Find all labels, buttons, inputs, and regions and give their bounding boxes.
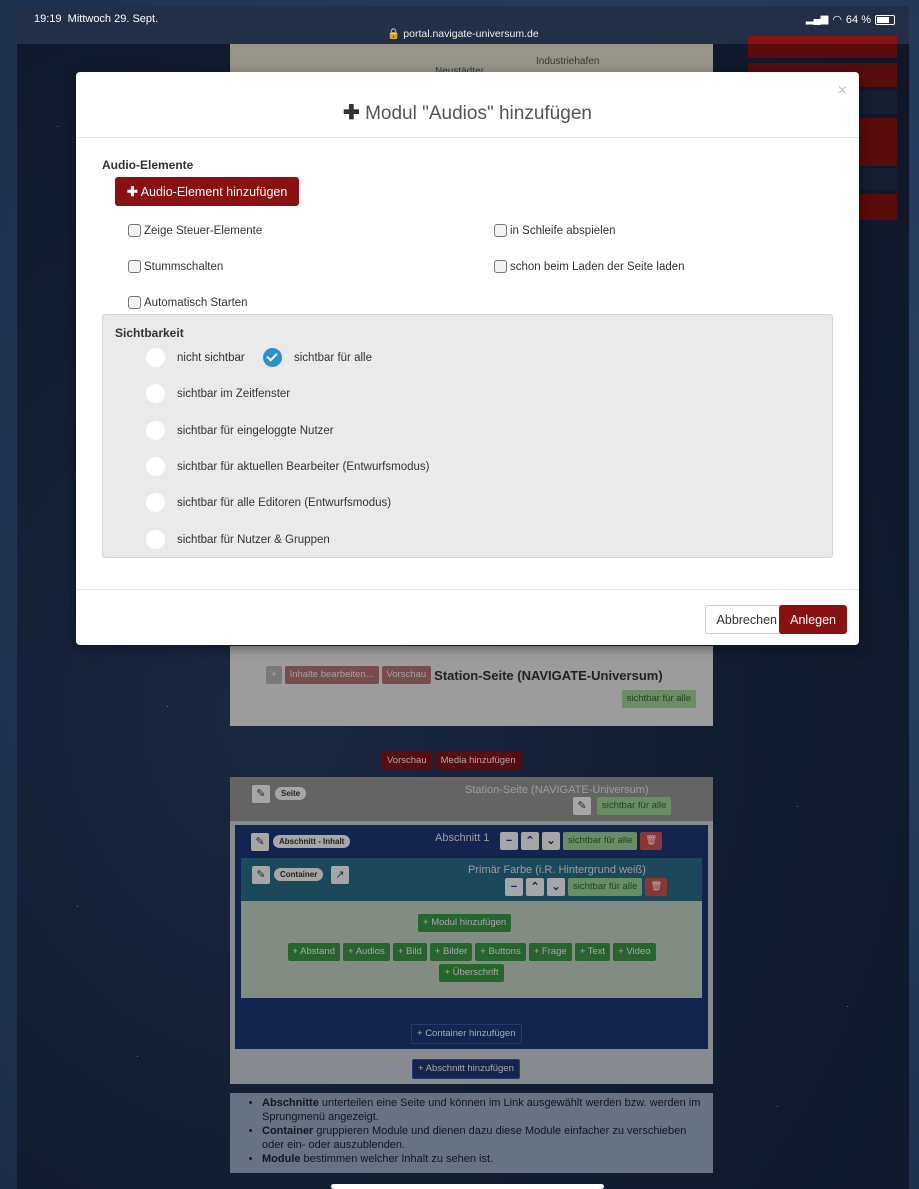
radio-label: sichtbar für alle [294, 351, 372, 364]
radio-button[interactable] [146, 457, 165, 476]
radio-users-groups[interactable]: sichtbar für Nutzer & Gruppen [146, 530, 330, 549]
device-frame: 19:19 Mittwoch 29. Sept. 🔒 portal.naviga… [0, 0, 919, 1189]
mute-option[interactable]: Stummschalten [128, 260, 223, 273]
radio-label: sichtbar für eingeloggte Nutzer [177, 424, 334, 437]
loop-label: in Schleife abspielen [510, 224, 616, 237]
radio-label: sichtbar für alle Editoren (Entwurfsmodu… [177, 496, 392, 509]
visibility-panel: Sichtbarkeit nicht sichtbar sichtbar für… [102, 314, 833, 558]
radio-time-window[interactable]: sichtbar im Zeitfenster [146, 384, 290, 403]
modal-footer: Abbrechen Anlegen [76, 589, 859, 645]
radio-button[interactable] [146, 348, 165, 367]
clock: 19:19 [34, 13, 62, 25]
close-icon[interactable]: × [838, 82, 847, 100]
wifi-icon: ◠ [832, 14, 842, 26]
home-indicator[interactable] [331, 1184, 604, 1189]
audio-elements-label: Audio-Elemente [102, 158, 194, 172]
loop-option[interactable]: in Schleife abspielen [494, 224, 616, 237]
status-icons: ▂▄▆ ◠ 64 % [806, 13, 895, 26]
add-audio-modal: ✚ Modul "Audios" hinzufügen × Audio-Elem… [76, 72, 859, 645]
battery-icon [875, 14, 895, 25]
preload-option[interactable]: schon beim Laden der Seite laden [494, 260, 685, 273]
cancel-button[interactable]: Abbrechen [704, 605, 789, 634]
mute-checkbox[interactable] [128, 260, 141, 273]
autoplay-label: Automatisch Starten [144, 296, 248, 309]
plus-icon: ✚ [343, 102, 360, 124]
signal-icon: ▂▄▆ [805, 14, 829, 25]
radio-current-editor[interactable]: sichtbar für aktuellen Bearbeiter (Entwu… [146, 457, 429, 476]
url-text: portal.navigate-universum.de [403, 28, 539, 40]
radio-button[interactable] [146, 530, 165, 549]
radio-visible-all[interactable]: sichtbar für alle [263, 348, 372, 367]
radio-label: sichtbar im Zeitfenster [177, 387, 291, 400]
visibility-title: Sichtbarkeit [115, 326, 184, 340]
status-time: 19:19 Mittwoch 29. Sept. [34, 13, 158, 25]
radio-label: sichtbar für Nutzer & Gruppen [177, 533, 330, 546]
radio-button[interactable] [146, 421, 165, 440]
battery-level: 64 % [845, 13, 871, 26]
modal-title-text: Modul "Audios" hinzufügen [365, 103, 592, 124]
add-audio-element-button[interactable]: ✚ Audio-Element hinzufügen [115, 177, 300, 206]
preload-label: schon beim Laden der Seite laden [510, 260, 685, 273]
radio-not-visible[interactable]: nicht sichtbar [146, 348, 245, 367]
radio-button-checked[interactable] [263, 348, 282, 367]
add-audio-element-label: Audio-Element hinzufügen [140, 185, 288, 199]
modal-title: ✚ Modul "Audios" hinzufügen [76, 100, 859, 125]
create-button[interactable]: Anlegen [779, 605, 847, 634]
date: Mittwoch 29. Sept. [67, 13, 159, 25]
radio-all-editors[interactable]: sichtbar für alle Editoren (Entwurfsmodu… [146, 493, 391, 512]
modal-header: ✚ Modul "Audios" hinzufügen × [76, 72, 859, 138]
loop-checkbox[interactable] [494, 224, 507, 237]
autoplay-option[interactable]: Automatisch Starten [128, 296, 248, 309]
radio-label: nicht sichtbar [177, 351, 245, 364]
show-controls-label: Zeige Steuer-Elemente [144, 224, 263, 237]
show-controls-checkbox[interactable] [128, 224, 141, 237]
radio-button[interactable] [146, 384, 165, 403]
preload-checkbox[interactable] [494, 260, 507, 273]
mute-label: Stummschalten [144, 260, 224, 273]
radio-logged-in[interactable]: sichtbar für eingeloggte Nutzer [146, 421, 334, 440]
lock-icon: 🔒 [387, 28, 401, 40]
radio-button[interactable] [146, 493, 165, 512]
plus-icon: ✚ [127, 184, 138, 199]
autoplay-checkbox[interactable] [128, 296, 141, 309]
screen: 19:19 Mittwoch 29. Sept. 🔒 portal.naviga… [17, 6, 909, 1189]
radio-label: sichtbar für aktuellen Bearbeiter (Entwu… [177, 460, 430, 473]
show-controls-option[interactable]: Zeige Steuer-Elemente [128, 224, 262, 237]
